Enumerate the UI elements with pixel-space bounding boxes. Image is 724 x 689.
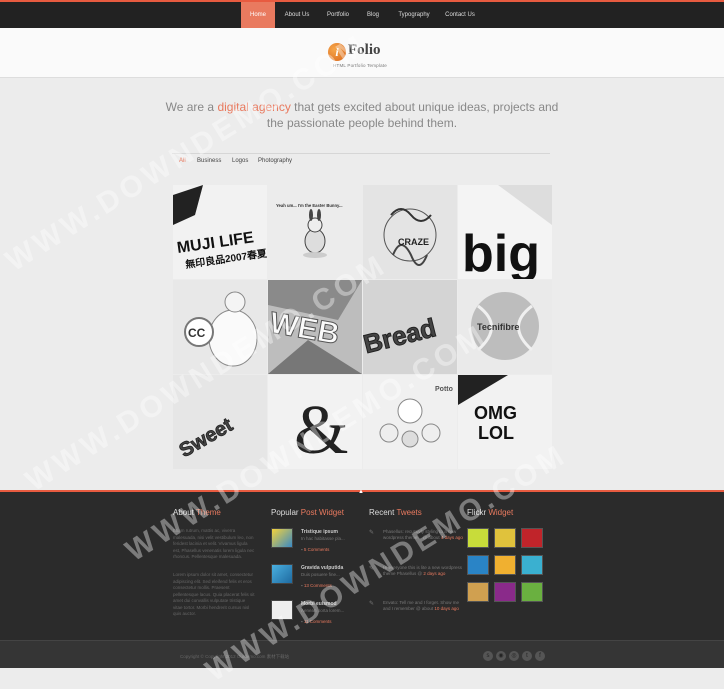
portfolio-tile-sweet[interactable]: Sweet <box>173 375 267 469</box>
intro-before: We are a <box>165 100 218 114</box>
post-thumbnail[interactable] <box>271 600 293 620</box>
post-comments-count: 11 Comments <box>303 619 332 624</box>
flickr-thumbnail[interactable] <box>467 582 489 602</box>
flickr-thumbnail[interactable] <box>494 528 516 548</box>
filter-photography[interactable]: Photography <box>258 158 292 164</box>
flickr-thumbnail[interactable] <box>521 582 543 602</box>
site-tagline: HTML Portfolio Template <box>333 63 387 68</box>
post-title[interactable]: Gravida vulputida <box>301 565 343 571</box>
flickr-thumbnail[interactable] <box>494 555 516 575</box>
nav-typography[interactable]: Typography <box>395 2 433 28</box>
tile-text: CC <box>188 326 206 340</box>
twitter-icon: ✎ <box>369 566 375 572</box>
flickr-title-a: Flickr <box>467 508 489 517</box>
portfolio-tile-cc-monster[interactable]: CC <box>173 280 267 374</box>
nav-home[interactable]: Home <box>241 2 275 28</box>
tweets-title-a: Recent <box>369 508 397 517</box>
about-title: About Theme <box>173 508 221 517</box>
flickr-thumbnail[interactable] <box>494 582 516 602</box>
post-title[interactable]: Morbi euismod <box>301 601 337 607</box>
nav-about-us[interactable]: About Us <box>281 2 313 28</box>
tweet-time[interactable]: 4 days ago <box>441 535 463 540</box>
portfolio-tile-omg-lol[interactable]: OMG LOL <box>458 375 552 469</box>
tile-text: OMG <box>474 403 517 423</box>
tweet: Phasellus: recursivly styling to a new w… <box>383 529 463 541</box>
intro-highlight: digital agency <box>217 100 291 114</box>
post-excerpt: Aenean porta lorem... <box>301 608 345 613</box>
post-thumbnail[interactable] <box>271 528 293 548</box>
copyright: Copyright © Copyright 2012 Ourdemo.com 素… <box>180 654 290 659</box>
post-comments[interactable]: ▪ 13 Comments <box>301 583 332 588</box>
tile-text: Tecnifibre <box>477 322 519 332</box>
about-paragraph-2: Lorem ipsum dolor sit amet, consectetur … <box>173 572 255 616</box>
filter-all[interactable]: All <box>179 158 186 164</box>
rss-icon[interactable]: ◉ <box>496 651 506 661</box>
post-comments[interactable]: ▪ 11 Comments <box>301 619 332 624</box>
tile-text: big <box>462 225 540 279</box>
twitter-icon: ✎ <box>369 601 375 607</box>
tile-text: Potto <box>435 386 453 393</box>
flickr-thumbnail[interactable] <box>467 555 489 575</box>
facebook-icon[interactable]: f <box>535 651 545 661</box>
twitter-icon[interactable]: t <box>522 651 532 661</box>
flickr-title-b: Widget <box>488 508 514 517</box>
logo-icon[interactable]: i <box>328 43 346 61</box>
portfolio-tile-tennis-ball[interactable]: Tecnifibre <box>458 280 552 374</box>
tile-text: CRAZE <box>398 237 429 247</box>
post-comments-count: 13 Comments <box>303 583 332 588</box>
tweets-title-b: Tweets <box>396 508 422 517</box>
post-excerpt: In hac habitasse pla... <box>301 536 345 541</box>
tweets-title: Recent Tweets <box>369 508 422 517</box>
tweet-time[interactable]: 10 days ago <box>434 606 459 611</box>
tile-text: Yeah um... I'm the Easter Bunny... <box>276 203 343 208</box>
flickr-thumbnail[interactable] <box>467 528 489 548</box>
portfolio-grid: MUJI LIFE 無印良品2007春夏 Yeah um... I'm the E… <box>173 185 552 469</box>
popular-title-b: Post Widget <box>300 508 344 517</box>
tweet-time[interactable]: 2 days ago <box>423 571 445 576</box>
portfolio-tile-easter-bunny[interactable]: Yeah um... I'm the Easter Bunny... <box>268 185 362 279</box>
intro-after: that gets excited about unique ideas, pr… <box>266 100 559 130</box>
post-comments[interactable]: ▪ 5 Comments <box>301 547 329 552</box>
portfolio-tile-craze[interactable]: CRAZE <box>363 185 457 279</box>
top-navigation: Home About Us Portfolio Blog Typography … <box>0 0 724 28</box>
about-title-b: Theme <box>195 508 221 517</box>
tile-text: & <box>294 392 348 469</box>
about-paragraph-1: Etiam rutrum, mattis ac, viverra malesua… <box>173 528 255 559</box>
divider <box>172 153 550 154</box>
portfolio-tile-bread[interactable]: Bread <box>363 280 457 374</box>
about-title-a: About <box>173 508 196 517</box>
flickr-title: Flickr Widget <box>467 508 513 517</box>
filter-logos[interactable]: Logos <box>232 158 248 164</box>
post-excerpt: Duis posuere fine... <box>301 572 340 577</box>
filter-business[interactable]: Business <box>197 158 221 164</box>
tile-subtext: LOL <box>478 423 514 443</box>
intro-text: We are a digital agency that gets excite… <box>160 99 564 131</box>
flickr-thumbnail[interactable] <box>521 528 543 548</box>
subfooter <box>0 640 724 668</box>
twitter-icon: ✎ <box>369 530 375 536</box>
post-thumbnail[interactable] <box>271 564 293 584</box>
popular-title: Popular Post Widget <box>271 508 344 517</box>
nav-contact-us[interactable]: Contact Us <box>443 2 477 28</box>
portfolio-tile-muji-life[interactable]: MUJI LIFE 無印良品2007春夏 <box>173 185 267 279</box>
tweet: Hi everyone this is lite a new wordpress… <box>383 565 463 577</box>
portfolio-tile-web[interactable]: WEB <box>268 280 362 374</box>
popular-title-a: Popular <box>271 508 301 517</box>
post-comments-count: 5 Comments <box>303 547 330 552</box>
nav-blog[interactable]: Blog <box>363 2 383 28</box>
nav-portfolio[interactable]: Portfolio <box>323 2 353 28</box>
dribbble-icon[interactable]: ◎ <box>509 651 519 661</box>
flickr-thumbnail[interactable] <box>521 555 543 575</box>
portfolio-tile-big[interactable]: big <box>458 185 552 279</box>
skype-icon[interactable]: s <box>483 651 493 661</box>
post-title[interactable]: Tristique ipsum <box>301 529 338 535</box>
portfolio-tile-ampersand[interactable]: & <box>268 375 362 469</box>
tweet: Envato: Tell me and I forget. Show me an… <box>383 600 463 612</box>
scroll-top-icon[interactable]: ▲ <box>358 489 364 495</box>
portfolio-tile-toys[interactable]: Potto <box>363 375 457 469</box>
site-title[interactable]: Folio <box>348 42 381 59</box>
